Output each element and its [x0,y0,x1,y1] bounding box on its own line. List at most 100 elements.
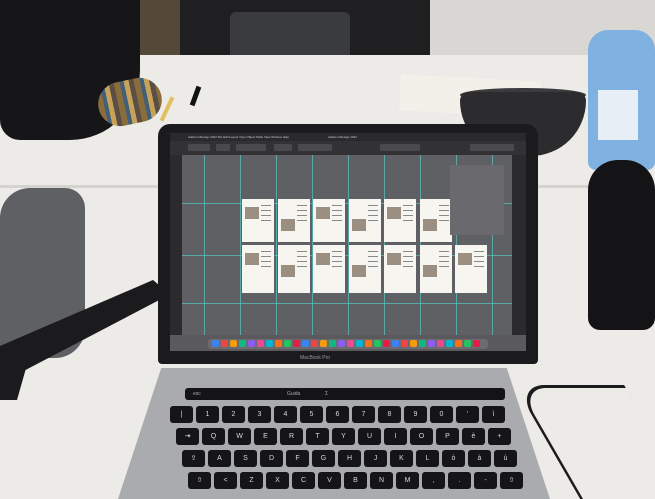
keyboard-key[interactable]: 3 [248,406,271,423]
keyboard-key[interactable]: F [286,450,309,467]
page-image [280,219,295,231]
keyboard-key[interactable]: B [344,472,367,489]
keyboard-key[interactable]: V [318,472,341,489]
toolbar-control [188,144,210,151]
dock-app-icon[interactable] [230,340,237,347]
keyboard-key[interactable]: | [170,406,193,423]
keyboard-key[interactable]: T [306,428,329,445]
dock-app-icon[interactable] [302,340,309,347]
toolbar-control [216,144,230,151]
keyboard-key[interactable]: 8 [378,406,401,423]
keyboard-key[interactable]: + [488,428,511,445]
properties-panel [512,155,526,335]
layout-page [313,245,345,293]
keyboard-key[interactable]: J [364,450,387,467]
text-line [438,220,449,221]
keyboard-key[interactable]: ⇥ [176,428,199,445]
dock-app-icon[interactable] [284,340,291,347]
keyboard-key[interactable]: à [468,450,491,467]
dock-app-icon[interactable] [329,340,336,347]
keyboard-key[interactable]: X [266,472,289,489]
touch-bar: esc Guida Σ [185,388,505,400]
dock-app-icon[interactable] [212,340,219,347]
keyboard-key[interactable]: A [208,450,231,467]
text-line [438,210,449,211]
mac-menu-bar: Adobe InDesign 2022 File Edit Layout Typ… [170,133,526,141]
dock-app-icon[interactable] [257,340,264,347]
keyboard-key[interactable]: G [312,450,335,467]
keyboard-key[interactable]: < [214,472,237,489]
text-line [261,215,271,216]
side-page [450,165,504,235]
dock-app-icon[interactable] [275,340,282,347]
keyboard-key[interactable]: Q [202,428,225,445]
keyboard-key[interactable]: 6 [326,406,349,423]
keyboard-key[interactable]: K [390,450,413,467]
dock-app-icon[interactable] [320,340,327,347]
text-line [438,266,449,267]
toolbar-control [380,144,420,151]
dock-app-icon[interactable] [365,340,372,347]
dock-app-icon[interactable] [221,340,228,347]
keyboard: | 1 2 3 4 5 6 7 8 9 0 ' ì ⇥ Q W E R T Y U I O Pè + ⇪ A S D F G H J K Lò à ù ⇧… [170,406,523,499]
keyboard-key[interactable]: , [422,472,445,489]
keyboard-key[interactable]: Z [240,472,263,489]
keyboard-key[interactable]: I [384,428,407,445]
dock-app-icon[interactable] [464,340,471,347]
keyboard-key[interactable]: P [436,428,459,445]
document-title: Adobe InDesign 2022 [328,135,357,139]
dock-app-icon[interactable] [383,340,390,347]
keyboard-key[interactable]: H [338,450,361,467]
keyboard-key[interactable]: ù [494,450,517,467]
keyboard-key[interactable]: W [228,428,251,445]
keyboard-key[interactable]: C [292,472,315,489]
dock-app-icon[interactable] [374,340,381,347]
dock-app-icon[interactable] [455,340,462,347]
keyboard-key[interactable]: ì [482,406,505,423]
keyboard-key[interactable]: ò [442,450,465,467]
keyboard-key[interactable]: 4 [274,406,297,423]
keyboard-key[interactable]: 5 [300,406,323,423]
dock-app-icon[interactable] [239,340,246,347]
text-line [438,205,449,206]
dock-app-icon[interactable] [248,340,255,347]
keyboard-key[interactable]: - [474,472,497,489]
keyboard-key[interactable]: ⇪ [182,450,205,467]
keyboard-key[interactable]: M [396,472,419,489]
keyboard-key[interactable]: E [254,428,277,445]
dock-app-icon[interactable] [428,340,435,347]
dock-app-icon[interactable] [410,340,417,347]
dock-app-icon[interactable] [437,340,444,347]
keyboard-key[interactable]: L [416,450,439,467]
keyboard-key[interactable]: 9 [404,406,427,423]
text-line [403,220,413,221]
dock-app-icon[interactable] [401,340,408,347]
keyboard-key[interactable]: Y [332,428,355,445]
keyboard-key[interactable]: ⇧ [188,472,211,489]
keyboard-key[interactable]: 0 [430,406,453,423]
keyboard-key[interactable]: . [448,472,471,489]
dock-app-icon[interactable] [266,340,273,347]
keyboard-key[interactable]: R [280,428,303,445]
dock-app-icon[interactable] [473,340,480,347]
dock-app-icon[interactable] [347,340,354,347]
dock-app-icon[interactable] [446,340,453,347]
keyboard-key[interactable]: U [358,428,381,445]
keyboard-key[interactable]: ⇧ [500,472,523,489]
dock-app-icon[interactable] [338,340,345,347]
dock-app-icon[interactable] [419,340,426,347]
dock-app-icon[interactable] [311,340,318,347]
keyboard-key[interactable]: N [370,472,393,489]
keyboard-key[interactable]: ' [456,406,479,423]
keyboard-key[interactable]: 7 [352,406,375,423]
keyboard-key[interactable]: 2 [222,406,245,423]
dock-app-icon[interactable] [392,340,399,347]
keyboard-key[interactable]: O [410,428,433,445]
keyboard-key[interactable]: 1 [196,406,219,423]
dock-app-icon[interactable] [293,340,300,347]
dock-app-icon[interactable] [356,340,363,347]
keyboard-key[interactable]: è [462,428,485,445]
text-line [261,261,271,262]
keyboard-key[interactable]: D [260,450,283,467]
keyboard-key[interactable]: S [234,450,257,467]
